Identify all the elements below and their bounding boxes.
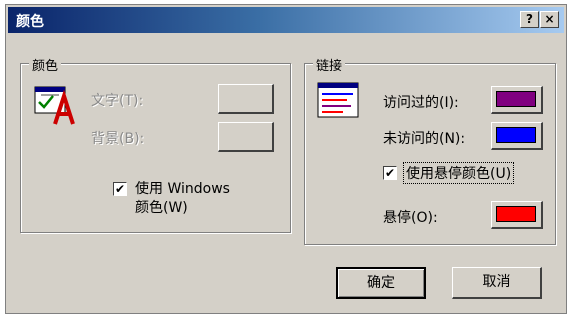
close-button[interactable]: × — [540, 11, 559, 28]
title-bar[interactable]: 颜色 ? × — [8, 7, 564, 33]
text-color-icon — [34, 86, 75, 125]
text-color-label: 文字(T): — [91, 93, 144, 109]
colors-group-legend: 颜色 — [29, 55, 62, 74]
background-color-label: 背景(B): — [91, 131, 145, 147]
ok-button[interactable]: 确定 — [336, 267, 426, 299]
use-windows-colors-label-line2: 颜色(W) — [135, 200, 188, 216]
use-windows-colors-checkbox[interactable]: ✔ — [113, 182, 127, 196]
unvisited-color-swatch — [496, 127, 536, 143]
cancel-button[interactable]: 取消 — [452, 267, 542, 299]
visited-color-swatch — [496, 91, 536, 107]
unvisited-link-label: 未访问的(N): — [383, 131, 466, 147]
help-button[interactable]: ? — [520, 11, 539, 28]
links-group: 链接 访问过的(I): 未访问的(N): ✔ 使用悬停颜色(U) 悬停(O): — [304, 55, 556, 245]
hover-color-button[interactable] — [491, 201, 543, 229]
use-windows-colors-label: 使用 Windows — [135, 181, 230, 197]
text-color-button — [218, 84, 274, 114]
links-page-icon — [317, 82, 359, 118]
window-title: 颜色 — [16, 14, 44, 30]
hover-link-label: 悬停(O): — [383, 210, 438, 226]
hover-color-swatch — [496, 206, 536, 222]
use-hover-color-checkbox[interactable]: ✔ — [383, 166, 397, 180]
colors-dialog: 颜色 ? × 颜色 文字(T): 背景(B): ✔ 使用 Windows 颜色(… — [5, 4, 567, 314]
colors-group: 颜色 文字(T): 背景(B): ✔ 使用 Windows 颜色(W) — [20, 55, 291, 233]
use-hover-color-label: 使用悬停颜色(U) — [403, 162, 515, 184]
visited-link-label: 访问过的(I): — [383, 95, 459, 111]
visited-color-button[interactable] — [491, 86, 543, 114]
links-group-legend: 链接 — [313, 55, 346, 74]
unvisited-color-button[interactable] — [491, 122, 543, 150]
background-color-button — [218, 122, 274, 152]
